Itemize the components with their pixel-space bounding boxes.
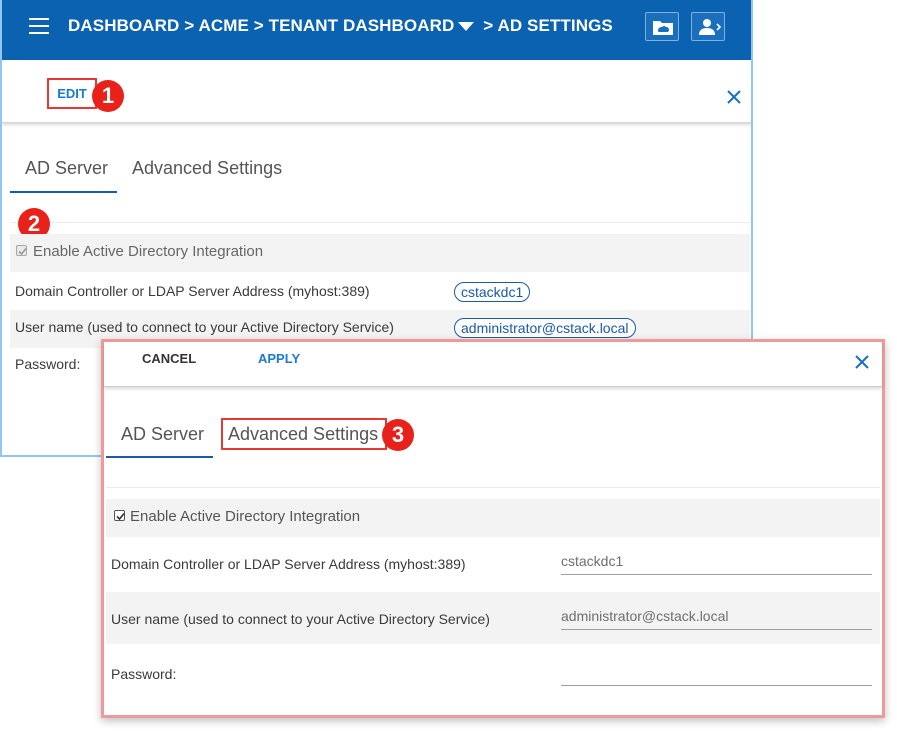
enable-ad-checkbox — [16, 245, 27, 256]
tab-advanced-settings[interactable]: Advanced Settings — [228, 424, 378, 445]
step-badge-1: 1 — [92, 80, 124, 112]
domain-controller-label: Domain Controller or LDAP Server Address… — [15, 283, 370, 299]
active-tab-indicator — [106, 456, 213, 458]
password-label: Password: — [111, 666, 177, 682]
enable-ad-label: Enable Active Directory Integration — [130, 508, 361, 525]
password-label: Password: — [15, 356, 81, 372]
folder-icon — [653, 21, 673, 35]
tab-ad-server[interactable]: AD Server — [25, 158, 108, 179]
active-tab-indicator — [10, 191, 117, 193]
domain-controller-label: Domain Controller or LDAP Server Address… — [111, 556, 466, 572]
breadcrumb-separator: > — [184, 16, 195, 35]
step-badge-3: 3 — [382, 419, 414, 451]
tab-ad-server[interactable]: AD Server — [121, 424, 204, 445]
enable-ad-checkbox[interactable] — [114, 510, 125, 521]
apply-button[interactable]: APPLY — [258, 351, 300, 366]
edit-toolbar: EDIT 1 — [2, 60, 751, 123]
hamburger-icon[interactable] — [29, 18, 49, 34]
password-input[interactable] — [561, 658, 872, 686]
breadcrumb-dashboard[interactable]: DASHBOARD — [68, 16, 179, 35]
breadcrumb-tenant-dashboard[interactable]: TENANT DASHBOARD — [269, 16, 455, 35]
folder-button[interactable] — [645, 12, 679, 41]
tab-advanced-settings[interactable]: Advanced Settings — [132, 158, 282, 179]
user-switch-button[interactable] — [691, 12, 725, 41]
divider — [106, 487, 880, 488]
domain-controller-value: cstackdc1 — [454, 282, 531, 302]
domain-controller-input[interactable] — [561, 547, 872, 575]
edit-button[interactable]: EDIT — [47, 78, 97, 109]
caret-down-icon[interactable] — [458, 21, 475, 31]
cancel-button[interactable]: CANCEL — [142, 351, 196, 366]
top-navigation-bar: DASHBOARD > ACME > TENANT DASHBOARD > AD… — [2, 0, 751, 60]
checkmark-icon — [116, 512, 125, 521]
close-icon[interactable] — [726, 89, 742, 105]
edit-actions-bar: CANCEL APPLY — [104, 342, 882, 387]
close-icon[interactable] — [854, 354, 870, 370]
enable-ad-label: Enable Active Directory Integration — [33, 243, 264, 260]
checkmark-icon — [18, 247, 27, 256]
breadcrumb-ad-settings: AD SETTINGS — [497, 16, 613, 35]
breadcrumb: DASHBOARD > ACME > TENANT DASHBOARD > AD… — [68, 16, 613, 36]
username-input[interactable] — [561, 602, 872, 630]
breadcrumb-separator: > — [253, 16, 264, 35]
username-label: User name (used to connect to your Activ… — [15, 319, 394, 335]
divider — [10, 222, 750, 223]
username-value: administrator@cstack.local — [454, 318, 636, 338]
username-label: User name (used to connect to your Activ… — [111, 611, 490, 627]
user-switch-icon — [699, 19, 722, 35]
breadcrumb-acme[interactable]: ACME — [198, 16, 248, 35]
breadcrumb-separator: > — [483, 16, 494, 35]
ad-settings-edit-panel: CANCEL APPLY AD Server Advanced Settings… — [101, 339, 885, 718]
